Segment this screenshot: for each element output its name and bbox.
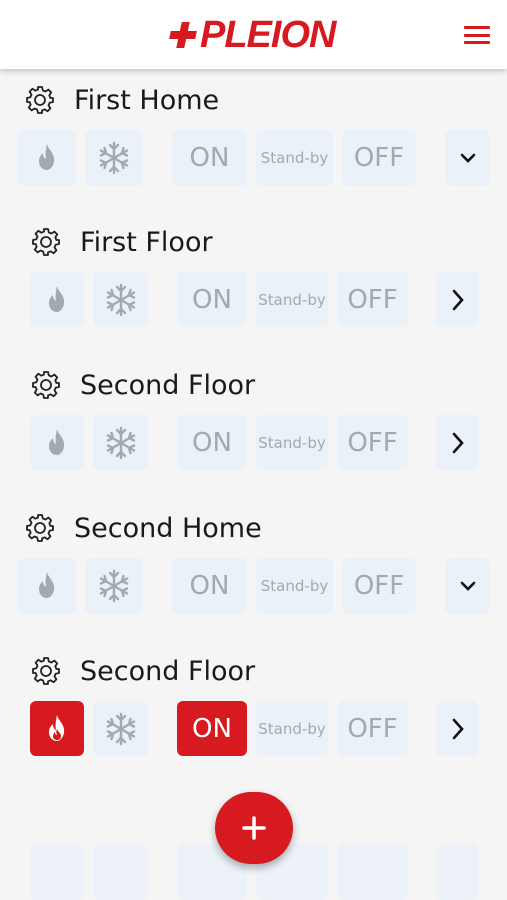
next-row-tile — [337, 844, 408, 900]
cool-mode-button[interactable] — [85, 558, 143, 614]
on-button[interactable]: ON — [172, 130, 247, 186]
heat-mode-button[interactable] — [30, 701, 84, 756]
standby-button[interactable]: Stand-by — [256, 701, 328, 756]
snowflake-icon — [99, 569, 129, 603]
gear-icon[interactable] — [30, 655, 62, 687]
flame-icon — [49, 714, 65, 741]
off-button[interactable]: OFF — [337, 415, 408, 470]
standby-button[interactable]: Stand-by — [256, 130, 333, 186]
gear-icon[interactable] — [30, 369, 62, 401]
flame-icon — [49, 428, 65, 455]
chevron-right-icon — [452, 432, 464, 453]
heat-mode-button[interactable] — [18, 130, 76, 186]
group-title-row: First Home — [24, 80, 219, 120]
chevron-down-icon — [460, 581, 475, 591]
plus-icon — [242, 816, 266, 840]
hamburger-menu-icon[interactable] — [464, 24, 490, 46]
chevron-down-icon — [460, 153, 475, 163]
open-button[interactable] — [436, 272, 479, 327]
expand-button[interactable] — [445, 558, 490, 614]
flame-icon — [39, 144, 55, 170]
group-title-row: Second Floor — [30, 365, 255, 405]
gear-icon[interactable] — [30, 226, 62, 258]
snowflake-icon — [106, 712, 135, 745]
standby-button[interactable]: Stand-by — [256, 558, 333, 614]
standby-button[interactable]: Stand-by — [256, 272, 328, 327]
group-title: Second Floor — [80, 655, 256, 687]
gear-icon[interactable] — [24, 84, 56, 116]
next-row-tile — [30, 844, 84, 900]
group-title: Second Home — [74, 512, 262, 544]
heat-mode-button[interactable] — [30, 272, 84, 327]
flame-icon — [49, 285, 65, 312]
off-button[interactable]: OFF — [342, 558, 416, 614]
cool-mode-button[interactable] — [85, 130, 143, 186]
add-button[interactable] — [215, 792, 293, 864]
heat-mode-button[interactable] — [30, 415, 84, 470]
app-header: PLEION — [0, 0, 507, 69]
open-button[interactable] — [436, 415, 479, 470]
next-row-tile — [93, 844, 148, 900]
flame-icon — [39, 572, 55, 598]
gear-icon[interactable] — [24, 512, 56, 544]
standby-button[interactable]: Stand-by — [256, 415, 328, 470]
group-title: Second Floor — [80, 369, 256, 401]
on-button[interactable]: ON — [177, 272, 247, 327]
on-button[interactable]: ON — [177, 701, 247, 756]
snowflake-icon — [106, 426, 135, 459]
group-title-row: First Floor — [30, 222, 213, 262]
chevron-right-icon — [452, 289, 464, 310]
cool-mode-button[interactable] — [93, 272, 148, 327]
off-button[interactable]: OFF — [337, 701, 408, 756]
cool-mode-button[interactable] — [93, 415, 148, 470]
group-title: First Floor — [80, 226, 213, 258]
group-title-row: Second Floor — [30, 651, 255, 691]
off-button[interactable]: OFF — [342, 130, 416, 186]
pleion-logo: PLEION — [168, 14, 340, 56]
open-button[interactable] — [436, 701, 479, 756]
snowflake-icon — [99, 141, 129, 175]
off-button[interactable]: OFF — [337, 272, 408, 327]
group-title: First Home — [74, 84, 220, 116]
chevron-right-icon — [452, 718, 464, 739]
on-button[interactable]: ON — [177, 415, 247, 470]
cool-mode-button[interactable] — [93, 701, 148, 756]
next-row-tile — [436, 844, 479, 900]
snowflake-icon — [106, 283, 135, 316]
on-button[interactable]: ON — [172, 558, 247, 614]
expand-button[interactable] — [445, 130, 490, 186]
heat-mode-button[interactable] — [18, 558, 76, 614]
logo-plus-mark — [168, 20, 198, 50]
group-title-row: Second Home — [24, 508, 262, 548]
logo-text: PLEION — [200, 14, 336, 56]
